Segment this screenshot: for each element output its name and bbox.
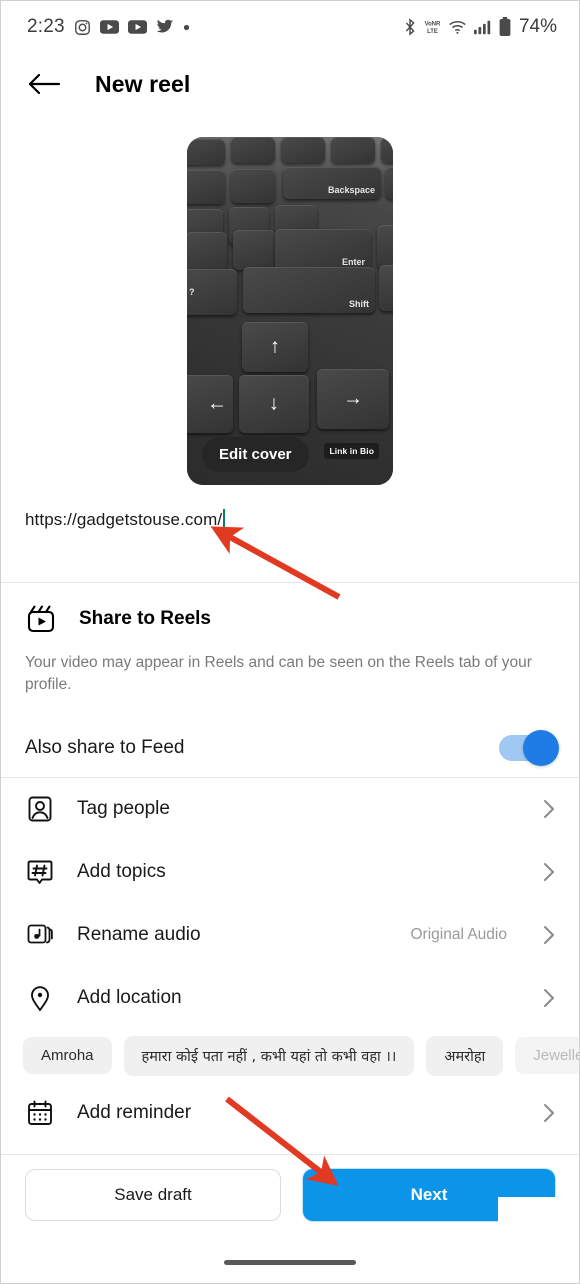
status-bar-left: 2:23 xyxy=(27,16,190,38)
audio-note-icon xyxy=(25,920,55,950)
location-chip[interactable]: Jewelle xyxy=(515,1037,579,1075)
also-share-to-feed-row[interactable]: Also share to Feed xyxy=(25,719,559,777)
tag-people-icon xyxy=(25,794,55,824)
also-share-to-feed-label: Also share to Feed xyxy=(25,736,185,758)
share-to-reels-section: Share to Reels Your video may appear in … xyxy=(1,583,579,777)
edit-cover-button[interactable]: Edit cover xyxy=(202,437,309,472)
twitter-icon xyxy=(156,19,174,35)
home-indicator xyxy=(224,1260,356,1265)
key-label-enter: Enter xyxy=(341,257,365,267)
hashtag-icon xyxy=(25,857,55,887)
key-label-left: ← xyxy=(207,392,227,415)
youtube-icon xyxy=(99,20,119,34)
save-draft-button[interactable]: Save draft xyxy=(25,1169,281,1221)
reels-icon xyxy=(25,603,57,635)
next-button[interactable]: Next xyxy=(303,1169,579,1235)
key-label-down: ↓ xyxy=(269,392,279,415)
option-row-add-topics[interactable]: Add topics xyxy=(1,841,579,904)
key-label-backspace: Backspace xyxy=(327,185,375,195)
chevron-right-icon xyxy=(543,1103,555,1123)
share-to-reels-title: Share to Reels xyxy=(79,608,211,629)
share-to-reels-header: Share to Reels xyxy=(25,603,555,635)
status-bar-right: VoNR LTE 74% xyxy=(403,16,557,38)
option-row-add-location[interactable]: Add location xyxy=(1,967,579,1030)
battery-icon xyxy=(499,17,511,37)
bottom-action-bar: Save draft Next xyxy=(1,1154,579,1283)
option-label: Rename audio xyxy=(77,924,201,946)
screenshot-clip-artifact xyxy=(498,1197,579,1235)
location-pin-icon xyxy=(25,983,55,1013)
key-label-up: ↑ xyxy=(270,335,280,358)
keyboard-photo: Backspace Enter ? Shift ↑ ← ↓ → xyxy=(187,137,393,485)
page-title: New reel xyxy=(95,70,191,97)
share-to-reels-description: Your video may appear in Reels and can b… xyxy=(25,654,532,694)
dot-icon xyxy=(183,24,190,31)
chevron-right-icon xyxy=(543,799,555,819)
key-label-right: → xyxy=(343,387,363,410)
location-chip[interactable]: हमारा कोई पता नहीं , कभी यहां तो कभी वहा… xyxy=(123,1035,415,1076)
svg-text:VoNR: VoNR xyxy=(425,22,441,28)
caption-field[interactable]: https://gadgetstouse.com/ xyxy=(1,485,579,530)
svg-text:LTE: LTE xyxy=(427,29,438,35)
bluetooth-icon xyxy=(403,18,417,36)
chevron-right-icon xyxy=(543,988,555,1008)
instagram-icon xyxy=(74,19,91,36)
option-row-rename-audio[interactable]: Rename audio Original Audio xyxy=(1,904,579,967)
option-row-tag-people[interactable]: Tag people xyxy=(1,778,579,841)
battery-percent: 74% xyxy=(518,16,557,37)
location-chip[interactable]: अमरोहा xyxy=(426,1035,504,1076)
status-time: 2:23 xyxy=(27,16,65,37)
phone-screen: 2:23 VoNR LTE 74% New reel Backspace Ent… xyxy=(0,0,580,1284)
location-suggestion-chips: Amroha हमारा कोई पता नहीं , कभी यहां तो … xyxy=(1,1030,579,1082)
button-row: Save draft Next xyxy=(25,1169,579,1235)
location-chip[interactable]: Amroha xyxy=(23,1037,112,1075)
option-label: Add topics xyxy=(77,861,166,883)
key-label-shift: Shift xyxy=(349,299,369,309)
status-bar: 2:23 VoNR LTE 74% xyxy=(1,1,579,53)
media-preview-wrap: Backspace Enter ? Shift ↑ ← ↓ → Edit cov… xyxy=(1,137,579,485)
cellular-signal-icon xyxy=(473,19,492,35)
caption-text: https://gadgetstouse.com/ xyxy=(25,509,223,529)
back-arrow-icon[interactable] xyxy=(27,72,61,96)
key-label-question: ? xyxy=(189,287,195,297)
toggle-knob xyxy=(523,729,559,766)
option-label: Add reminder xyxy=(77,1102,192,1124)
chevron-right-icon xyxy=(543,862,555,882)
calendar-icon xyxy=(25,1098,55,1128)
chevron-right-icon xyxy=(543,925,555,945)
option-value-rename-audio: Original Audio xyxy=(410,926,507,944)
app-header: New reel xyxy=(1,53,579,115)
option-label: Add location xyxy=(77,987,182,1009)
next-button-label: Next xyxy=(410,1185,448,1204)
youtube-icon xyxy=(127,20,147,34)
option-label: Tag people xyxy=(77,798,170,820)
option-row-add-reminder[interactable]: Add reminder xyxy=(1,1082,579,1145)
video-thumbnail[interactable]: Backspace Enter ? Shift ↑ ← ↓ → Edit cov… xyxy=(187,137,393,485)
wifi-icon xyxy=(448,19,467,35)
link-in-bio-sticker: Link in Bio xyxy=(324,443,379,459)
volte-icon: VoNR LTE xyxy=(424,18,441,36)
also-share-to-feed-toggle[interactable] xyxy=(499,729,559,766)
text-cursor xyxy=(223,509,226,530)
